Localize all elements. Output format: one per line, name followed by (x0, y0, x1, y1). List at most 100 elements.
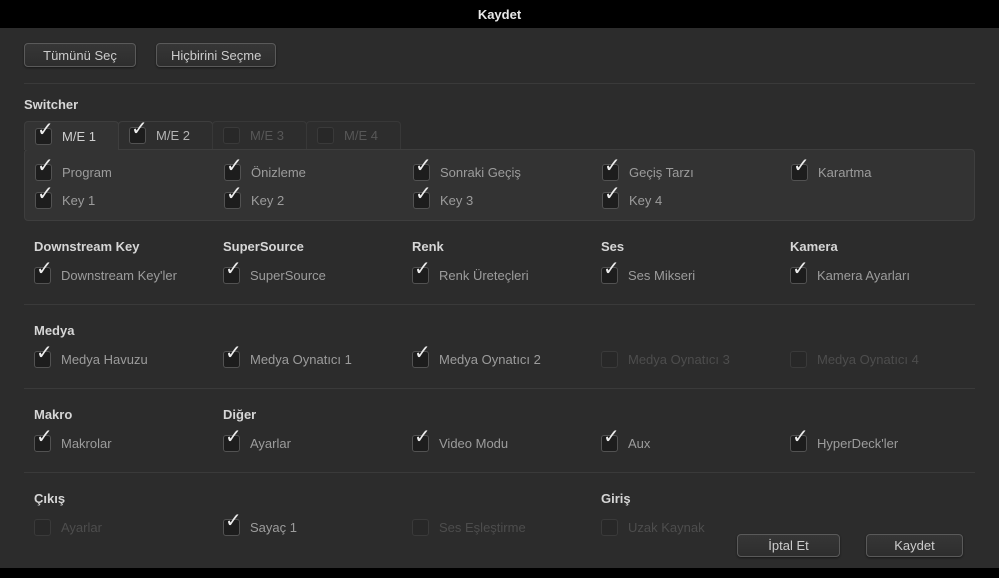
checkbox-item-medya-oynatici-1[interactable]: ✓ Medya Oynatıcı 1 (213, 345, 402, 373)
checkbox-item-key-2[interactable]: ✓Key 2 (214, 186, 403, 214)
checkbox-label: Medya Oynatıcı 4 (817, 352, 919, 367)
checkbox-item-sayac-1[interactable]: ✓ Sayaç 1 (213, 513, 402, 541)
save-button[interactable]: Kaydet (866, 534, 963, 557)
checkbox[interactable]: ✓ (412, 351, 429, 368)
checkbox[interactable]: ✓ (34, 267, 51, 284)
checkbox[interactable] (223, 127, 240, 144)
checkbox[interactable]: ✓ (223, 267, 240, 284)
select-none-button[interactable]: Hiçbirini Seçme (156, 43, 276, 67)
checkbox[interactable]: ✓ (223, 519, 240, 536)
checkbox[interactable]: ✓ (413, 192, 430, 209)
section-items-makro-diger: ✓ Makrolar ✓ Ayarlar ✓ Video Modu ✓ Aux ✓HyperDe… (24, 429, 975, 457)
tab-m-e-1[interactable]: ✓M/E 1 (24, 121, 119, 150)
checkbox-label: Aux (628, 436, 650, 451)
section-header-switcher: Switcher (24, 97, 975, 112)
checkbox-item-medya-oynatici-2[interactable]: ✓Medya Oynatıcı 2 (402, 345, 591, 373)
checkbox[interactable]: ✓ (34, 351, 51, 368)
checkbox-label: Makrolar (61, 436, 112, 451)
checkbox[interactable]: ✓ (35, 128, 52, 145)
check-icon: ✓ (226, 184, 243, 204)
checkbox-item-downstream-key-ler[interactable]: ✓Downstream Key'ler (24, 261, 213, 289)
tab-label: M/E 4 (344, 128, 378, 143)
checkbox-label: Ses Eşleştirme (439, 520, 526, 535)
me-panel-row: ✓Program✓Önizleme✓Sonraki Geçiş✓Geçiş Ta… (25, 158, 974, 186)
tab-label: M/E 2 (156, 128, 190, 143)
tab-label: M/E 3 (250, 128, 284, 143)
checkbox-item-onizleme[interactable]: ✓Önizleme (214, 158, 403, 186)
check-icon: ✓ (793, 156, 810, 176)
checkbox[interactable]: ✓ (34, 435, 51, 452)
checkbox[interactable] (601, 519, 618, 536)
checkbox-label: SuperSource (250, 268, 326, 283)
checkbox-item-supersource[interactable]: ✓ SuperSource (213, 261, 402, 289)
section-header-supersource: SuperSource (213, 239, 402, 254)
checkbox-item-makrolar[interactable]: ✓ Makrolar (24, 429, 213, 457)
checkbox[interactable]: ✓ (35, 192, 52, 209)
tab-m-e-2[interactable]: ✓ M/E 2 (118, 121, 213, 149)
checkbox-item-medya-havuzu[interactable]: ✓ Medya Havuzu (24, 345, 213, 373)
checkbox-label: Video Modu (439, 436, 508, 451)
checkbox[interactable] (317, 127, 334, 144)
checkbox[interactable]: ✓ (791, 164, 808, 181)
checkbox[interactable]: ✓ (602, 164, 619, 181)
check-icon: ✓ (792, 427, 809, 447)
checkbox[interactable] (790, 351, 807, 368)
checkbox[interactable]: ✓ (602, 192, 619, 209)
checkbox-label: Ayarlar (250, 436, 291, 451)
checkbox[interactable] (601, 351, 618, 368)
checkbox-item-ses-mikseri[interactable]: ✓Ses Mikseri (591, 261, 780, 289)
checkbox-item-key-3[interactable]: ✓Key 3 (403, 186, 592, 214)
checkbox-item-aux[interactable]: ✓ Aux (591, 429, 780, 457)
section-items-medya: ✓Medya Havuzu✓Medya Oynatıcı 1✓Medya Oyn… (24, 345, 975, 373)
select-all-button[interactable]: Tümünü Seç (24, 43, 136, 67)
checkbox-item-medya-oynatici-4[interactable]: Medya Oynatıcı 4 (780, 345, 969, 373)
checkbox-item-sonraki-gecis[interactable]: ✓Sonraki Geçiş (403, 158, 592, 186)
checkbox[interactable]: ✓ (790, 435, 807, 452)
checkbox-label: Karartma (818, 165, 871, 180)
checkbox-item-key-1[interactable]: ✓Key 1 (25, 186, 214, 214)
checkbox-label: Sayaç 1 (250, 520, 297, 535)
checkbox[interactable]: ✓ (35, 164, 52, 181)
checkbox-item-hyperdeck-ler[interactable]: ✓HyperDeck'ler (780, 429, 969, 457)
checkbox[interactable]: ✓ (223, 435, 240, 452)
checkbox-label: Geçiş Tarzı (629, 165, 694, 180)
checkbox-item-key-4[interactable]: ✓Key 4 (592, 186, 781, 214)
divider (24, 83, 975, 84)
checkbox-item-ses-eslestirme[interactable]: Ses Eşleştirme (402, 513, 591, 541)
selection-toolbar: Tümünü Seç Hiçbirini Seçme (24, 43, 975, 67)
checkbox-item-ayarlar[interactable]: Ayarlar (24, 513, 213, 541)
checkbox[interactable]: ✓ (412, 267, 429, 284)
checkbox[interactable]: ✓ (601, 435, 618, 452)
checkbox-item-medya-oynatici-3[interactable]: Medya Oynatıcı 3 (591, 345, 780, 373)
checkbox-item-program[interactable]: ✓Program (25, 158, 214, 186)
checkbox-label: Medya Havuzu (61, 352, 148, 367)
checkbox-item-renk-uretecleri[interactable]: ✓Renk Üreteçleri (402, 261, 591, 289)
dialog-title: Kaydet (478, 7, 521, 22)
section-header-downstream-key: Downstream Key (24, 239, 213, 254)
check-icon: ✓ (415, 184, 432, 204)
checkbox-item-gecis-tarzi[interactable]: ✓ Geçiş Tarzı (592, 158, 781, 186)
checkbox[interactable]: ✓ (224, 164, 241, 181)
cancel-button[interactable]: İptal Et (737, 534, 840, 557)
checkbox[interactable]: ✓ (129, 127, 146, 144)
tab-m-e-3[interactable]: M/E 3 (212, 121, 307, 149)
checkbox[interactable]: ✓ (413, 164, 430, 181)
checkbox-item-video-modu[interactable]: ✓ Video Modu (402, 429, 591, 457)
checkbox[interactable]: ✓ (601, 267, 618, 284)
checkbox[interactable] (412, 519, 429, 536)
check-icon: ✓ (36, 343, 53, 363)
checkbox-item-karartma[interactable]: ✓ Karartma (781, 158, 970, 186)
me-panel-row: ✓Key 1✓Key 2✓Key 3✓Key 4 (25, 186, 974, 214)
checkbox[interactable]: ✓ (223, 351, 240, 368)
dialog-body: Tümünü Seç Hiçbirini Seçme Switcher ✓M/E… (0, 43, 999, 541)
checkbox-item-ayarlar[interactable]: ✓ Ayarlar (213, 429, 402, 457)
checkbox[interactable]: ✓ (412, 435, 429, 452)
tab-m-e-4[interactable]: M/E 4 (306, 121, 401, 149)
checkbox[interactable] (34, 519, 51, 536)
checkbox-label: Medya Oynatıcı 1 (250, 352, 352, 367)
checkbox[interactable]: ✓ (224, 192, 241, 209)
checkbox-item-kamera-ayarlari[interactable]: ✓Kamera Ayarları (780, 261, 969, 289)
check-icon: ✓ (226, 156, 243, 176)
section-header-diger: Diğer (213, 407, 402, 422)
checkbox[interactable]: ✓ (790, 267, 807, 284)
